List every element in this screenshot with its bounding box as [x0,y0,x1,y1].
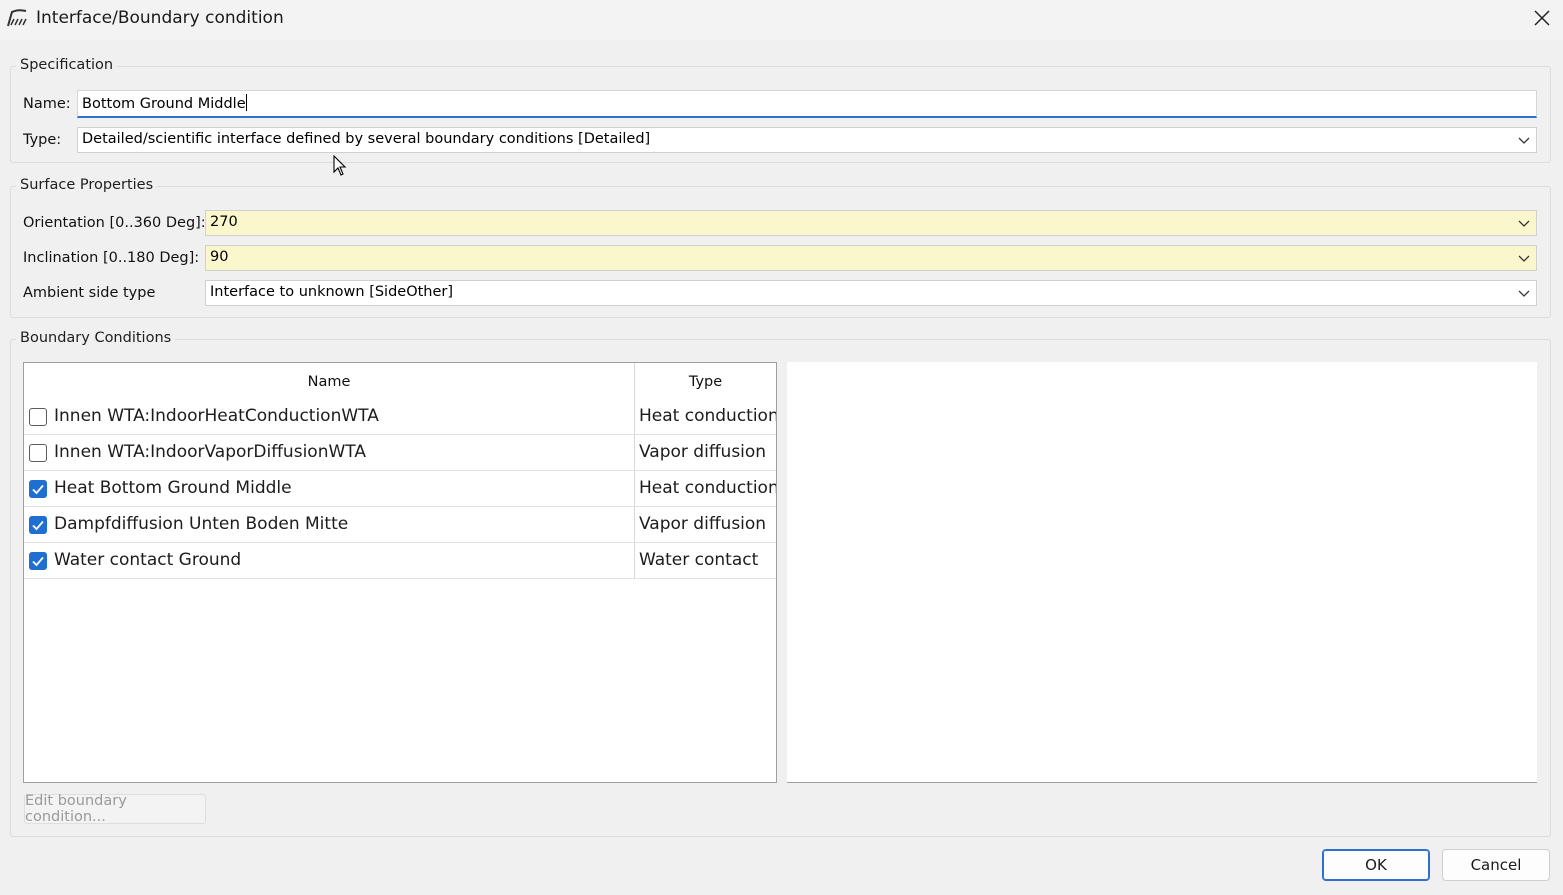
type-select-value: Detailed/scientific interface defined by… [82,131,651,147]
title-bar: Interface/Boundary condition [0,0,1563,40]
table-row[interactable]: Innen WTA:IndoorHeatConductionWTA Heat c… [24,399,776,435]
row-name: Dampfdiffusion Unten Boden Mitte [54,514,349,534]
boundary-conditions-table[interactable]: Name Type Innen WTA:IndoorHeatConduction… [23,362,777,783]
table-row[interactable]: Water contact Ground Water contact [24,543,776,579]
name-input[interactable]: Bottom Ground Middle [77,90,1537,118]
inclination-value: 90 [210,249,229,265]
checkmark-icon [32,520,44,531]
close-icon [1533,10,1550,26]
ambient-side-value: Interface to unknown [SideOther] [210,284,454,300]
row-checkbox[interactable] [29,516,47,534]
type-select[interactable]: Detailed/scientific interface defined by… [77,127,1537,153]
inclination-combo[interactable]: 90 [205,245,1537,271]
ambient-side-select[interactable]: Interface to unknown [SideOther] [205,280,1537,306]
name-label: Name: [23,96,71,112]
surface-properties-group-title: Surface Properties [16,177,158,193]
checkmark-icon [32,556,44,567]
boundary-condition-details-pane [787,362,1537,783]
row-checkbox[interactable] [29,408,47,426]
checkmark-icon [32,484,44,495]
mouse-pointer-icon [333,155,347,176]
app-icon [7,9,27,27]
column-header-type[interactable]: Type [635,363,776,401]
window-title: Interface/Boundary condition [36,8,284,28]
row-type: Vapor diffusion [639,442,767,462]
orientation-combo[interactable]: 270 [205,210,1537,236]
table-row[interactable]: Innen WTA:IndoorVaporDiffusionWTA Vapor … [24,435,776,471]
ok-button[interactable]: OK [1322,849,1430,881]
row-type: Vapor diffusion [639,514,767,534]
edit-boundary-condition-button[interactable]: Edit boundary condition... [24,793,206,825]
table-row[interactable]: Heat Bottom Ground Middle Heat conductio… [24,471,776,507]
row-checkbox[interactable] [29,480,47,498]
orientation-label: Orientation [0..360 Deg]: [23,215,206,231]
row-checkbox[interactable] [29,444,47,462]
orientation-value: 270 [210,214,238,230]
text-caret [245,94,247,111]
boundary-conditions-group-title: Boundary Conditions [16,330,176,346]
column-header-name[interactable]: Name [24,363,634,401]
chevron-down-icon [1518,220,1530,227]
row-type: Water contact [639,550,759,570]
specification-group-title: Specification [16,57,118,73]
chevron-down-icon [1518,137,1530,144]
row-type: Heat conduction [639,406,777,426]
type-label: Type: [23,132,62,148]
close-button[interactable] [1520,0,1563,36]
ambient-side-label: Ambient side type [23,285,156,301]
table-row[interactable]: Dampfdiffusion Unten Boden Mitte Vapor d… [24,507,776,543]
chevron-down-icon [1518,290,1530,297]
row-name: Innen WTA:IndoorVaporDiffusionWTA [54,442,366,462]
inclination-label: Inclination [0..180 Deg]: [23,250,200,266]
cancel-button[interactable]: Cancel [1442,849,1550,881]
row-checkbox[interactable] [29,552,47,570]
row-type: Heat conduction [639,478,777,498]
name-input-value: Bottom Ground Middle [82,96,246,112]
chevron-down-icon [1518,255,1530,262]
row-name: Innen WTA:IndoorHeatConductionWTA [54,406,379,426]
row-name: Water contact Ground [54,550,242,570]
row-name: Heat Bottom Ground Middle [54,478,292,498]
